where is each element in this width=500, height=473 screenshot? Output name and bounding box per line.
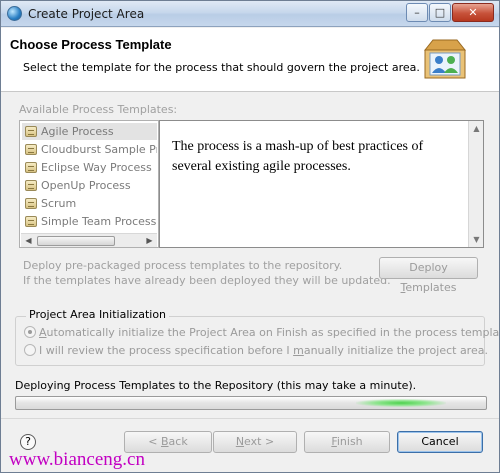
list-item[interactable]: Eclipse Way Process [22, 159, 157, 176]
template-description: The process is a mash-up of best practic… [172, 139, 424, 174]
auto-initialize-radio[interactable]: Automatically initialize the Project Are… [24, 326, 499, 342]
window-title: Create Project Area [28, 7, 145, 21]
template-icon [25, 144, 37, 155]
vertical-scrollbar[interactable]: ▲ ▼ [468, 121, 483, 247]
divider [1, 418, 499, 419]
scroll-right-icon[interactable]: ▶ [143, 235, 156, 247]
deploy-hint-line-1: Deploy pre-packaged process templates to… [23, 259, 343, 272]
page-title: Choose Process Template [10, 37, 172, 52]
title-bar[interactable]: Create Project Area – □ ✕ [1, 1, 499, 27]
scroll-up-icon[interactable]: ▲ [470, 122, 483, 135]
template-icon [25, 198, 37, 209]
deploy-hint: Deploy pre-packaged process templates to… [23, 258, 391, 288]
list-item[interactable]: Agile Process [22, 123, 157, 140]
scroll-thumb[interactable] [37, 236, 115, 246]
progress-bar [15, 396, 487, 410]
template-icon [25, 180, 37, 191]
wizard-header: Choose Process Template Select the templ… [1, 28, 499, 92]
project-area-initialization-group: Project Area Initialization Automaticall… [15, 308, 499, 366]
group-title: Project Area Initialization [26, 308, 170, 321]
page-description: Select the template for the process that… [23, 61, 420, 74]
create-project-area-dialog: Create Project Area – □ ✕ Choose Process… [0, 0, 500, 473]
template-icon [25, 162, 37, 173]
minimize-button[interactable]: – [406, 3, 428, 22]
horizontal-scrollbar[interactable]: ◀ ▶ [21, 233, 157, 247]
radio-selected-icon[interactable] [24, 326, 36, 338]
template-description-panel: The process is a mash-up of best practic… [159, 120, 484, 248]
app-globe-icon [7, 6, 22, 21]
list-item[interactable]: Simple Team Process [22, 213, 157, 230]
radio-unselected-icon[interactable] [24, 344, 36, 356]
maximize-button[interactable]: □ [429, 3, 451, 22]
watermark-text: www.bianceng.cn [9, 449, 145, 470]
available-templates-label: Available Process Templates: [19, 103, 178, 116]
project-area-users-icon [423, 39, 467, 79]
scroll-down-icon[interactable]: ▼ [470, 233, 483, 246]
progress-indicator [356, 399, 446, 407]
finish-button[interactable]: Finish [304, 431, 390, 453]
deploy-templates-button[interactable]: Deploy Templates [379, 257, 478, 294]
list-item[interactable]: OpenUp Process [22, 177, 157, 194]
scroll-left-icon[interactable]: ◀ [22, 235, 35, 247]
list-item[interactable]: Scrum [22, 195, 157, 212]
cancel-button[interactable]: Cancel [397, 431, 483, 453]
manual-initialize-radio[interactable]: I will review the process specification … [24, 344, 488, 360]
template-icon [25, 126, 37, 137]
template-icon [25, 216, 37, 227]
progress-label: Deploying Process Templates to the Repos… [15, 379, 417, 392]
help-icon[interactable]: ? [20, 434, 36, 450]
list-item[interactable]: Cloudburst Sample Pro [22, 141, 157, 158]
deploy-hint-line-2: If the templates have already been deplo… [23, 274, 391, 287]
process-template-list[interactable]: Agile Process Cloudburst Sample Pro Ecli… [19, 120, 159, 248]
close-button[interactable]: ✕ [452, 3, 494, 22]
next-button[interactable]: Next > [213, 431, 297, 453]
